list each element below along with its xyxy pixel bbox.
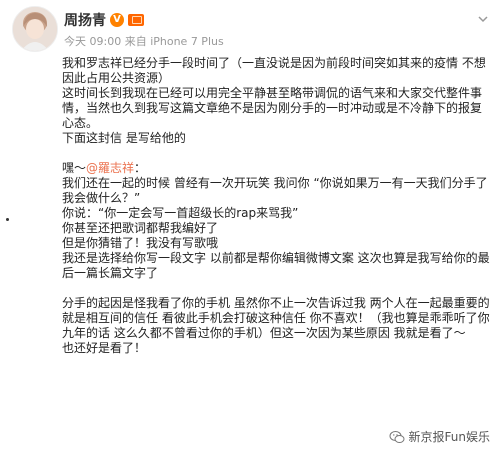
content-paragraph: 你说：“你一定会写一首超级长的rap来骂我” (62, 206, 299, 220)
content-paragraph: 我们还在一起的时候 曾经有一次开玩笑 我问你 “你说如果万一有一天我们分手了 我… (62, 176, 488, 205)
weibo-post-card: 周扬青 V 今天 09:00 来自 iPhone 7 Plus 我和罗志祥已经分… (0, 0, 500, 453)
content-paragraph: 这时间长到我现在已经可以用完全平静甚至略带调侃的语气来和大家交代整件事情，当然也… (62, 86, 483, 130)
content-paragraph: 下面这封信 是写给他的 (62, 131, 186, 145)
content-paragraph: 我和罗志祥已经分手一段时间了（一直没说是因为前段时间突如其来的疫情 不想因此占用… (62, 56, 486, 85)
mention-line: 嘿～@羅志祥： (62, 161, 492, 176)
chevron-down-icon[interactable] (476, 12, 490, 26)
content-paragraph: 你甚至还把歌词都帮我编好了 (62, 221, 219, 235)
bullet-dot (6, 218, 9, 221)
post-content: 我和罗志祥已经分手一段时间了（一直没说是因为前段时间突如其来的疫情 不想因此占用… (62, 56, 492, 356)
mention-prefix: 嘿～ (62, 161, 87, 175)
author-avatar[interactable] (12, 6, 58, 52)
author-name-row: 周扬青 V (64, 10, 144, 30)
watermark: 新京报Fun娱乐 (389, 428, 490, 445)
content-paragraph: 但是你猜错了！我没有写歌哦 (62, 236, 219, 250)
mention-colon: ： (134, 161, 147, 175)
mention-link[interactable]: @羅志祥 (86, 161, 134, 175)
post-meta: 今天 09:00 来自 iPhone 7 Plus (64, 35, 224, 48)
member-badge-icon (128, 14, 144, 26)
wechat-icon (389, 430, 405, 443)
verified-v-icon: V (110, 13, 124, 27)
content-paragraph: 我还是选择给你写一段文字 以前都是帮你编辑微博文案 这次也算是我写给你的最后一篇… (62, 251, 490, 280)
content-paragraph: 也还好是看了！ (62, 341, 147, 355)
content-paragraph: 分手的起因是怪我看了你的手机 虽然你不止一次告诉过我 两个人在一起最重要的就是相… (62, 296, 490, 340)
author-name[interactable]: 周扬青 (64, 10, 106, 30)
watermark-text: 新京报Fun娱乐 (408, 430, 490, 444)
